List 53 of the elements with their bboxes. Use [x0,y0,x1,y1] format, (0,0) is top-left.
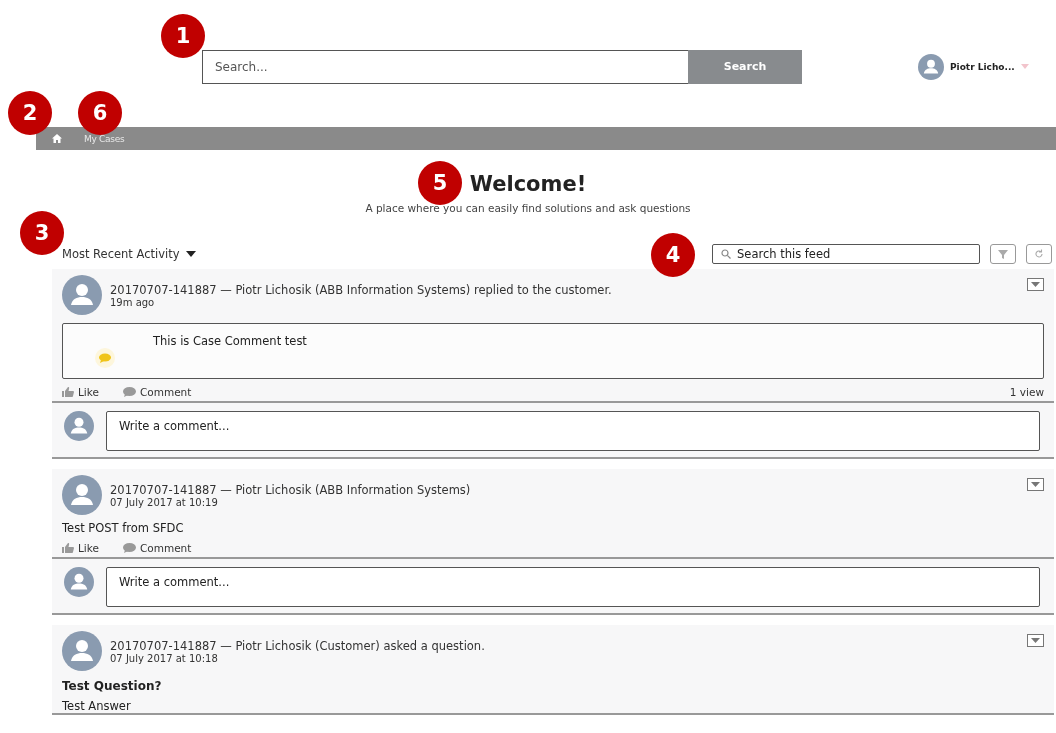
feed-search-field[interactable]: Search this feed [712,244,980,264]
comment-button[interactable]: Comment [122,386,192,398]
post-header: 20170707-141887 — Piotr Lichosik (ABB Information Systems) replied to the customer. [110,282,613,297]
comment-button[interactable]: Comment [122,542,192,554]
caret-icon [1031,282,1040,287]
speech-bubble-icon [122,543,136,553]
caret-icon [1031,482,1040,487]
speech-bubble-icon [93,348,117,368]
caret-icon [1031,638,1040,643]
search-field[interactable]: Search... [202,49,688,84]
post-header: 20170707-141887 — Piotr Lichosik (Customer) asked a question. [110,638,486,653]
thumbs-up-icon [62,387,74,397]
comment-field[interactable]: Write a comment... [106,411,1040,451]
refresh-button[interactable] [1026,244,1052,264]
annotation-badge: 3 [20,211,64,255]
post-menu-button[interactable] [1027,478,1044,491]
thumbs-up-icon [62,543,74,553]
home-icon[interactable] [52,134,62,143]
post-header: 20170707-141887 — Piotr Lichosik (ABB Information Systems) [110,482,472,497]
post-menu-button[interactable] [1027,278,1044,291]
author-avatar-icon [62,475,102,515]
annotation-badge: 6 [78,91,122,135]
comment-field[interactable]: Write a comment... [106,567,1040,607]
sort-dropdown[interactable]: Most Recent Activity [62,247,196,261]
post-time: 07 July 2017 at 10:19 [110,496,219,508]
annotation-badge: 4 [651,233,695,277]
search-icon [721,249,731,259]
author-avatar-icon [62,275,102,315]
like-button[interactable]: Like [62,542,99,554]
welcome-title: Welcome! [469,172,587,196]
commenter-avatar-icon [64,567,94,597]
annotation-badge: 2 [8,91,52,135]
welcome-subtitle: A place where you can easily find solutions and ask questions [365,202,691,214]
speech-bubble-icon [122,387,136,397]
view-count: 1 view [1009,386,1044,398]
user-name[interactable]: Piotr Licho... [950,61,1015,72]
author-avatar-icon [62,631,102,671]
commenter-avatar-icon [64,411,94,441]
refresh-icon [1034,249,1044,259]
post-text: Test POST from SFDC [61,520,185,535]
filter-icon [998,249,1008,259]
annotation-badge: 5 [418,161,462,205]
post-text: Test Answer [61,698,132,713]
user-avatar-icon [918,53,944,80]
case-comment-text: This is Case Comment test [153,334,307,350]
post-time: 07 July 2017 at 10:18 [110,652,219,664]
post-time: 19m ago [110,296,156,308]
post-menu-button[interactable] [1027,634,1044,647]
like-button[interactable]: Like [62,386,99,398]
annotation-badge: 1 [161,14,205,58]
filter-button[interactable] [990,244,1016,264]
caret-icon [185,251,196,257]
question-title: Test Question? [61,678,163,693]
